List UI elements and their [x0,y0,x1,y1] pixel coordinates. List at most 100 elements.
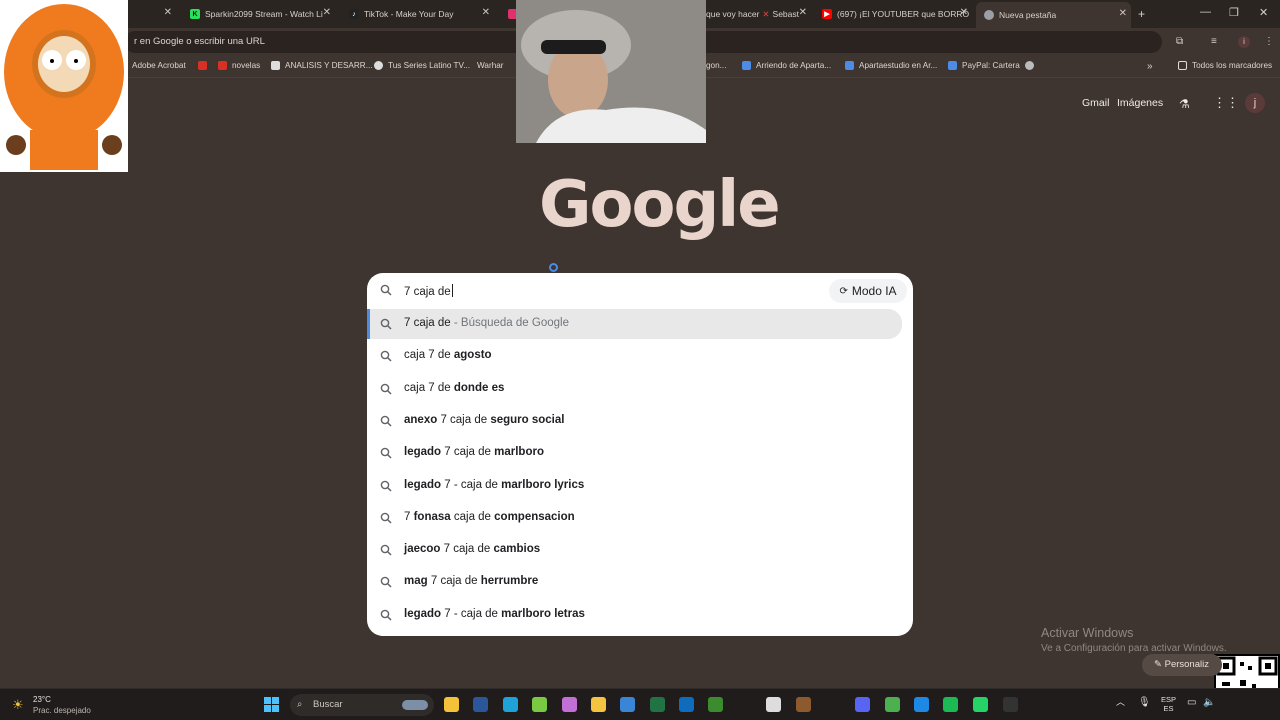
chrome-icon[interactable] [766,697,781,712]
store-icon[interactable] [620,697,635,712]
folder-icon[interactable] [591,697,606,712]
bookmark-paypal[interactable]: PayPal: Cartera [948,61,1020,70]
close-icon[interactable]: ✕ [323,7,331,18]
images-link[interactable]: Imágenes [1117,97,1163,109]
modo-ia-button[interactable]: ⟳ Modo IA [829,279,907,303]
close-icon[interactable]: ✕ [482,7,490,18]
microphone-icon[interactable]: 🎙 [1138,698,1151,708]
file-explorer-icon[interactable] [444,697,459,712]
customize-label: Personaliz [1164,659,1209,670]
suggestion-item[interactable]: caja 7 de donde es [367,374,913,404]
extensions-icon[interactable]: ⧉ [1176,36,1183,47]
all-bookmarks[interactable]: Todos los marcadores [1178,61,1272,70]
tab-sparkin[interactable]: K Sparkin2099 Stream - Watch Li ✕ [190,4,335,24]
start-button-icon[interactable] [264,697,279,712]
suggestion-item[interactable]: anexo 7 caja de seguro social [367,406,913,436]
chevron-double-icon: » [1147,61,1153,72]
bookmark-apartaestudio[interactable]: Apartaestudio en Ar... [845,61,937,70]
address-placeholder: r en Google o escribir una URL [134,36,265,47]
youtube-icon [218,61,227,70]
minecraft-dungeons-icon[interactable] [796,697,811,712]
bookmark-adobe[interactable]: Adobe Acrobat [132,61,186,70]
suggestion-item[interactable]: mag 7 caja de herrumbre [367,567,913,597]
google-logo: Google [539,168,781,242]
minimize-icon[interactable]: — [1200,6,1211,18]
bookmark-novelas[interactable]: novelas [218,61,260,70]
bookmark-gon[interactable]: gon... [706,61,727,70]
close-icon[interactable]: ✕ [799,7,807,18]
suggestion-item[interactable]: legado 7 - caja de marlboro lyrics [367,471,913,501]
suggestion-item[interactable]: 7 caja de - Búsqueda de Google [367,309,902,339]
search-highlight-icon [402,700,428,710]
discord-icon[interactable] [855,697,870,712]
close-window-icon[interactable]: ✕ [1259,6,1268,19]
minecraft-icon[interactable] [708,697,723,712]
suggestion-item[interactable]: jaecoo 7 caja de cambios [367,535,913,565]
tab-nueva-pestana[interactable]: Nueva pestaña ✕ [976,2,1131,28]
tab-label: (697) ¡El YOUTUBER que BORRÓ [837,9,970,19]
apps-grid-icon[interactable]: ⋮⋮ [1213,95,1239,111]
weather-icon[interactable]: ☀ [12,697,24,713]
tab-que-voy-hacer[interactable]: que voy hacer ✕ Sebast ✕ [706,4,811,24]
bookmark-label: Tus Series Latino TV... [388,61,471,70]
tiktok-icon: ♪ [349,9,359,19]
bookmark-label: Warhar [477,61,504,70]
chrome-profile-icon[interactable] [885,697,900,712]
taskbar: ☀ 23°C Prac. despejado ⌕ Buscar ︿ 🎙 ESP E… [0,688,1280,720]
tab-close-previous[interactable]: ✕ [160,4,178,24]
bookmark-label: gon... [706,61,727,70]
volume-icon[interactable]: 🔈 [1203,698,1215,708]
search-input[interactable]: 7 caja de ⟳ Modo IA [367,273,913,309]
weather-desc[interactable]: Prac. despejado [33,706,91,715]
suggestion-item[interactable]: legado 7 caja de marlboro [367,438,913,468]
bookmark-arriendo[interactable]: Arriendo de Aparta... [742,61,831,70]
profile-icon[interactable]: i [1238,36,1250,48]
tab-tiktok[interactable]: ♪ TikTok - Make Your Day ✕ [349,4,494,24]
outlook-icon[interactable] [679,697,694,712]
bookmark-globe[interactable] [1025,61,1039,70]
restore-icon[interactable]: ❐ [1229,6,1239,19]
customize-button[interactable]: ✎ Personaliz [1142,654,1222,676]
search-icon [380,350,392,362]
bookmark-warhar[interactable]: Warhar [477,61,504,70]
chevron-up-icon[interactable]: ︿ [1116,698,1125,707]
new-tab-button[interactable]: + [1138,4,1150,24]
whatsapp-icon[interactable] [973,697,988,712]
spotify-icon[interactable] [943,697,958,712]
suggestion-text: mag 7 caja de herrumbre [404,575,539,588]
gmail-link[interactable]: Gmail [1082,97,1109,109]
bookmark-youtube[interactable] [198,61,212,70]
word-icon[interactable] [473,697,488,712]
labs-icon[interactable]: ⚗ [1179,97,1190,111]
bookmark-series[interactable]: Tus Series Latino TV... [374,61,470,70]
suggestion-item[interactable]: caja 7 de agosto [367,341,913,371]
edge-icon[interactable] [503,697,518,712]
suggestion-text: legado 7 caja de marlboro [404,446,544,459]
close-icon[interactable]: ✕ [164,7,172,18]
network-icon[interactable]: ▭ [1187,698,1196,708]
copilot-icon[interactable] [562,697,577,712]
suggestion-item[interactable]: legado 7 - caja de marlboro letras [367,600,913,630]
tab-youtube[interactable]: ▶ (697) ¡El YOUTUBER que BORRÓ ✕ [822,4,972,24]
suggestion-text: 7 fonasa caja de compensacion [404,510,575,523]
close-icon[interactable]: ✕ [1119,8,1127,19]
tab-label: Sebast [772,9,799,19]
suggestion-item[interactable]: 7 fonasa caja de compensacion [367,503,913,533]
avatar[interactable]: j [1245,93,1265,113]
taskbar-search[interactable]: ⌕ Buscar [290,694,434,716]
bookmark-analisis[interactable]: ANALISIS Y DESARR... [271,61,373,70]
tab-label: TikTok - Make Your Day [364,9,454,19]
app-dark-icon[interactable] [1003,697,1018,712]
close-icon[interactable]: ✕ [960,7,968,18]
media-icon[interactable]: ≡ [1211,36,1217,47]
app-blue-icon[interactable] [914,697,929,712]
bookmark-label: Todos los marcadores [1192,61,1273,70]
excel-icon[interactable] [650,697,665,712]
weather-temp[interactable]: 23°C [33,695,51,704]
bookmarks-more[interactable]: » [1147,61,1153,72]
app-green-icon[interactable] [532,697,547,712]
language-indicator[interactable]: ESP ES [1161,695,1176,713]
menu-icon[interactable]: ⋮ [1264,36,1274,47]
x-mark-icon: ✕ [762,8,770,19]
youtube-icon: ▶ [822,9,832,19]
